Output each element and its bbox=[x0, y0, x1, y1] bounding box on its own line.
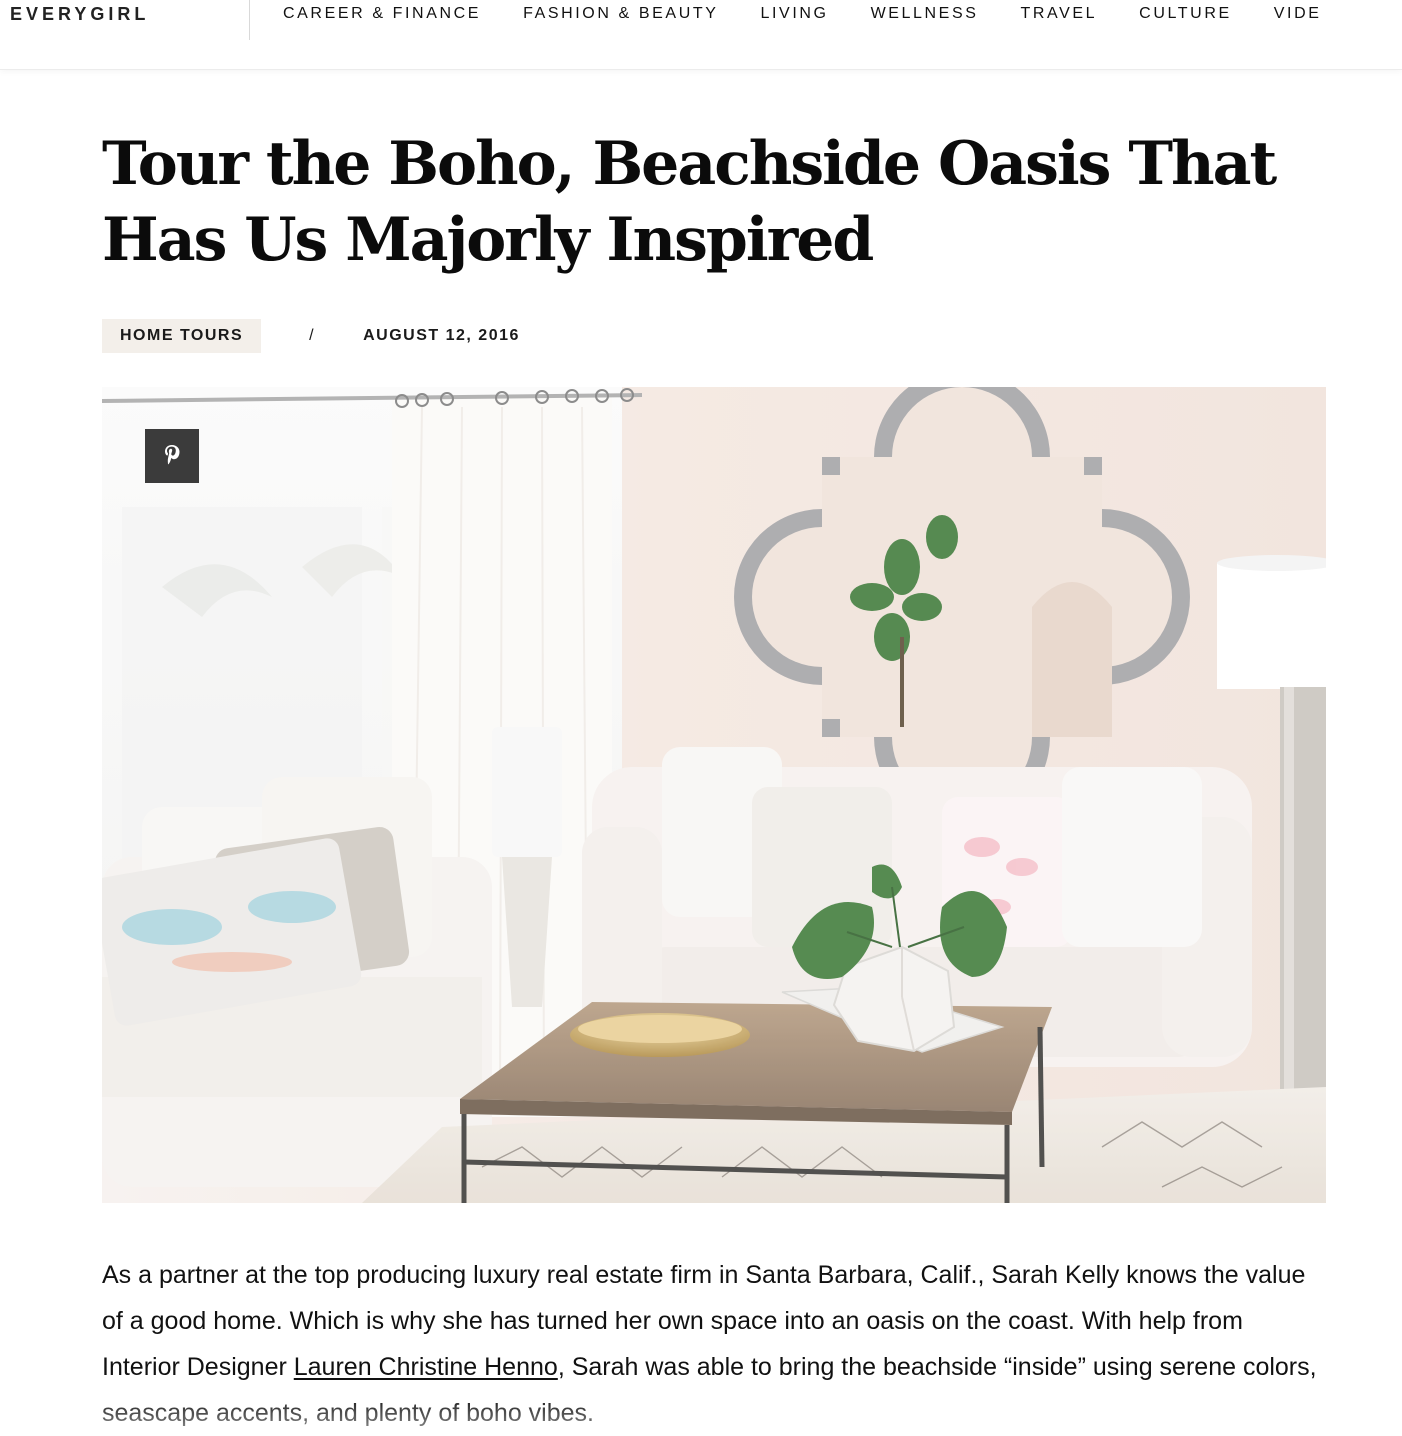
pinterest-icon bbox=[165, 445, 180, 465]
article-title-line-1: Tour the Boho, Beachside Oasis That bbox=[102, 129, 1277, 199]
nav-item-travel[interactable]: TRAVEL bbox=[1021, 5, 1098, 23]
article-intro: As a partner at the top producing luxury… bbox=[102, 1252, 1322, 1436]
pin-it-button[interactable] bbox=[145, 429, 199, 483]
header-divider bbox=[249, 0, 250, 40]
hero-image bbox=[102, 387, 1326, 1203]
nav-item-video[interactable]: VIDE bbox=[1274, 5, 1322, 23]
article-meta: HOME TOURS / AUGUST 12, 2016 bbox=[102, 319, 520, 353]
nav-item-career-finance[interactable]: CAREER & FINANCE bbox=[283, 5, 481, 23]
nav-item-culture[interactable]: CULTURE bbox=[1139, 5, 1232, 23]
living-room-photo bbox=[102, 387, 1326, 1203]
meta-separator: / bbox=[309, 327, 316, 344]
main-nav: CAREER & FINANCE FASHION & BEAUTY LIVING… bbox=[283, 5, 1364, 23]
category-tag[interactable]: HOME TOURS bbox=[102, 319, 262, 353]
site-logo[interactable]: EVERYGIRL bbox=[0, 4, 149, 25]
nav-item-wellness[interactable]: WELLNESS bbox=[871, 5, 979, 23]
nav-item-fashion-beauty[interactable]: FASHION & BEAUTY bbox=[523, 5, 718, 23]
site-header: EVERYGIRL CAREER & FINANCE FASHION & BEA… bbox=[0, 0, 1402, 70]
article-title-line-2: Has Us Majorly Inspired bbox=[102, 205, 874, 275]
publish-date: AUGUST 12, 2016 bbox=[363, 327, 520, 344]
nav-item-living[interactable]: LIVING bbox=[761, 5, 829, 23]
article-title: Tour the Boho, Beachside Oasis That Has … bbox=[102, 126, 1302, 278]
designer-link[interactable]: Lauren Christine Henno bbox=[294, 1353, 558, 1381]
